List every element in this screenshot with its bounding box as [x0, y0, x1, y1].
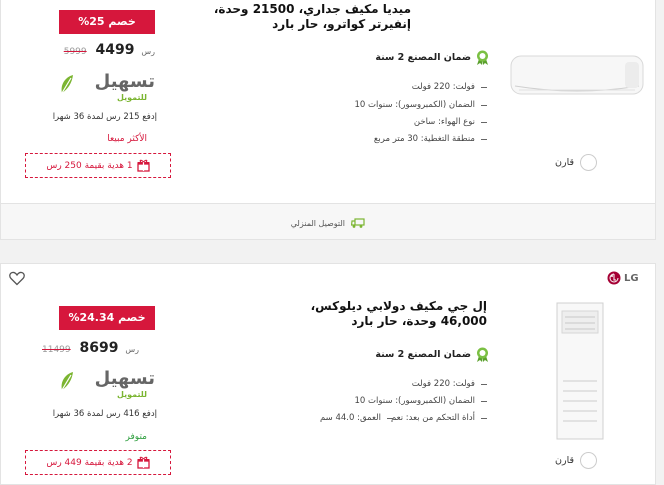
- gift-offer[interactable]: 2 هدية بقيمة 449 رس: [25, 450, 171, 475]
- spec-text: العمق: 44.0 سم: [319, 413, 381, 423]
- warranty-text: ضمان المصنع 2 سنة: [375, 52, 471, 63]
- gift-icon: [137, 159, 150, 172]
- spec-item: فولت: 220 فولت: [412, 82, 487, 92]
- product-title[interactable]: إل جي مكيف دولابي ديلوكس، 46,000 وحدة، ح…: [311, 299, 487, 329]
- tasheel-sub: للتمويل: [116, 93, 147, 102]
- compare-checkbox[interactable]: [580, 154, 597, 171]
- title-line: إنفيرتر كواترو، حار بارد: [272, 17, 411, 31]
- warranty-text: ضمان المصنع 2 سنة: [375, 349, 471, 360]
- tasheel-word: تسهيل: [94, 368, 155, 389]
- discount-badge: %24.34 خصم: [59, 306, 155, 330]
- spec-text: أداة التحكم من بعد: نعم: [390, 413, 475, 423]
- old-price: 5999: [63, 47, 87, 57]
- delivery-strip: التوصيل المنزلي: [0, 204, 656, 240]
- delivery-truck-icon: [351, 218, 365, 228]
- compare-toggle[interactable]: قارن: [555, 452, 597, 469]
- lg-logo-icon: [607, 271, 621, 285]
- brand-logo: LG: [607, 271, 639, 285]
- spec-text: الضمان (الكمبروسور): سنوات 10: [354, 100, 475, 110]
- spec-item: أداة التحكم من بعد: نعم: [391, 413, 487, 423]
- current-price: 4499: [95, 42, 135, 58]
- discount-badge: %25 خصم: [59, 10, 155, 34]
- gift-text: 2 هدية بقيمة 449 رس: [46, 457, 133, 468]
- product-card[interactable]: LG %24.34 خصم رس 8699 11499 تسهيل للتموي…: [0, 263, 656, 485]
- spec-text: فولت: 220 فولت: [411, 379, 475, 389]
- spec-item: فولت: 220 فولت: [412, 379, 487, 389]
- spec-item: نوع الهواء: ساخن: [414, 117, 487, 127]
- tasheel-financing-logo[interactable]: تسهيل للتمويل: [59, 368, 155, 404]
- availability-label: متوفر: [125, 432, 147, 442]
- gift-offer[interactable]: 1 هدية بقيمة 250 رس: [25, 153, 171, 178]
- currency: رس: [125, 345, 139, 354]
- tasheel-financing-logo[interactable]: تسهيل للتمويل: [59, 71, 155, 107]
- title-line: ميديا مكيف جداري، 21500 وحدة،: [213, 2, 411, 16]
- currency: رس: [141, 47, 155, 56]
- spec-text: منطقة التغطية: 30 متر مربع: [373, 134, 475, 144]
- compare-toggle[interactable]: قارن: [555, 154, 597, 171]
- product-title[interactable]: ميديا مكيف جداري، 21500 وحدة، إنفيرتر كو…: [214, 2, 411, 32]
- leaf-icon: [61, 372, 73, 391]
- warranty-medal-icon: [477, 347, 488, 362]
- compare-checkbox[interactable]: [580, 452, 597, 469]
- gift-icon: [137, 456, 150, 469]
- compare-label: قارن: [555, 455, 574, 466]
- delivery-label: التوصيل المنزلي: [290, 218, 345, 228]
- tasheel-word: تسهيل: [94, 71, 155, 92]
- product-card[interactable]: %25 خصم رس 4499 5999 تسهيل للتمويل إدفع …: [0, 0, 656, 204]
- brand-name: LG: [624, 272, 639, 284]
- installment-text: إدفع 215 رس لمدة 36 شهرا: [52, 112, 157, 122]
- best-seller-label: الأكثر مبيعا: [107, 134, 147, 144]
- gift-text: 1 هدية بقيمة 250 رس: [46, 160, 133, 171]
- current-price: 8699: [79, 340, 119, 356]
- price-row: رس 8699 11499: [42, 340, 139, 356]
- compare-label: قارن: [555, 157, 574, 168]
- floor-ac-image[interactable]: [555, 301, 605, 441]
- warranty-medal-icon: [477, 50, 488, 65]
- spec-text: فولت: 220 فولت: [411, 82, 475, 92]
- home-delivery: التوصيل المنزلي: [291, 217, 365, 229]
- spec-text: الضمان (الكمبروسور): سنوات 10: [354, 396, 475, 406]
- spec-text: نوع الهواء: ساخن: [413, 117, 475, 127]
- wall-ac-image[interactable]: [509, 52, 647, 100]
- leaf-icon: [61, 75, 73, 94]
- installment-text: إدفع 416 رس لمدة 36 شهرا: [52, 409, 157, 419]
- price-row: رس 4499 5999: [64, 42, 155, 58]
- warranty-row: ضمان المصنع 2 سنة: [375, 347, 489, 362]
- spec-item: العمق: 44.0 سم: [320, 413, 393, 423]
- spec-item: الضمان (الكمبروسور): سنوات 10: [355, 100, 487, 110]
- old-price: 11499: [42, 345, 71, 355]
- title-line: 46,000 وحدة، حار بارد: [351, 314, 487, 328]
- spec-item: منطقة التغطية: 30 متر مربع: [374, 134, 487, 144]
- wishlist-heart-icon[interactable]: [9, 271, 25, 286]
- tasheel-sub: للتمويل: [116, 390, 147, 399]
- warranty-row: ضمان المصنع 2 سنة: [375, 50, 489, 65]
- spec-item: الضمان (الكمبروسور): سنوات 10: [355, 396, 487, 406]
- title-line: إل جي مكيف دولابي ديلوكس،: [310, 299, 487, 313]
